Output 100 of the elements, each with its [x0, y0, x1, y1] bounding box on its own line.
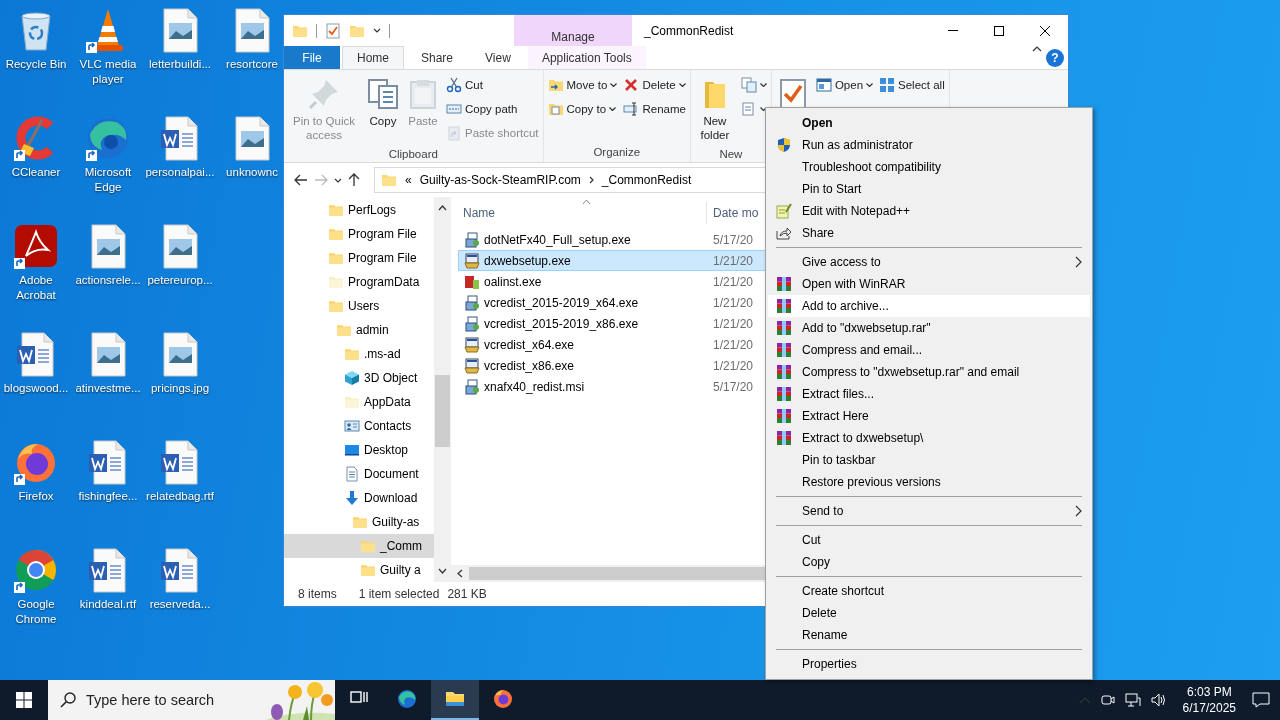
- search-input[interactable]: Type here to search: [86, 692, 226, 708]
- desktop-icon[interactable]: unknownc: [216, 114, 283, 222]
- ribbon-icon-button[interactable]: [738, 74, 769, 96]
- file-row[interactable]: oalinst.exe 1/21/20: [458, 271, 766, 292]
- menu-item[interactable]: Open: [768, 112, 1090, 134]
- menu-item[interactable]: Give access to: [768, 251, 1090, 273]
- column-header[interactable]: Date mo: [706, 202, 759, 224]
- desktop-icon[interactable]: Google Chrome: [0, 546, 72, 654]
- file-row[interactable]: vcredist_x64.exe 1/21/20: [458, 334, 766, 355]
- nav-item[interactable]: Program File: [284, 246, 434, 270]
- column-header[interactable]: Name: [451, 202, 706, 224]
- nav-item[interactable]: PerfLogs: [284, 198, 434, 222]
- desktop-icon[interactable]: relatedbag.rtf: [144, 438, 216, 546]
- ribbon-button[interactable]: Select all: [877, 74, 947, 96]
- nav-item[interactable]: Users: [284, 294, 434, 318]
- menu-item[interactable]: Properties: [768, 653, 1090, 675]
- menu-item[interactable]: Send to: [768, 500, 1090, 522]
- nav-item[interactable]: .ms-ad: [284, 342, 434, 366]
- search-bar[interactable]: Type here to search: [48, 680, 335, 720]
- breadcrumb-overflow[interactable]: «: [405, 173, 412, 187]
- nav-item[interactable]: 3D Object: [284, 366, 434, 390]
- recent-locations-button[interactable]: [334, 177, 342, 183]
- ribbon-tab[interactable]: View: [470, 46, 526, 69]
- up-button[interactable]: [348, 173, 360, 187]
- vertical-scrollbar[interactable]: [434, 197, 451, 582]
- ribbon-tab[interactable]: Application Tools: [527, 46, 646, 69]
- ribbon-button[interactable]: Copy path: [444, 98, 541, 120]
- file-row[interactable]: vcredist_2015-2019_x64.exe 1/21/20: [458, 292, 766, 313]
- file-row[interactable]: xnafx40_redist.msi 5/17/20: [458, 376, 766, 397]
- menu-item[interactable]: Cut: [768, 529, 1090, 551]
- scrollbar-thumb[interactable]: [469, 567, 766, 580]
- desktop-icon[interactable]: CCleaner: [0, 114, 72, 222]
- menu-item[interactable]: Edit with Notepad++: [768, 200, 1090, 222]
- menu-item[interactable]: Add to archive...: [768, 295, 1090, 317]
- menu-item[interactable]: Copy: [768, 551, 1090, 573]
- ribbon-tab[interactable]: Home: [342, 46, 404, 69]
- desktop-icon[interactable]: resortcore: [216, 6, 283, 114]
- desktop-icon[interactable]: pricings.jpg: [144, 330, 216, 438]
- file-row[interactable]: dxwebsetup.exe 1/21/20: [458, 250, 766, 271]
- menu-item[interactable]: Pin to taskbar: [768, 449, 1090, 471]
- file-row[interactable]: dotNetFx40_Full_setup.exe 5/17/20: [458, 229, 766, 250]
- menu-item[interactable]: Rename: [768, 624, 1090, 646]
- menu-item[interactable]: Extract to dxwebsetup\: [768, 427, 1090, 449]
- ribbon-tab[interactable]: Share: [406, 46, 469, 69]
- menu-item[interactable]: Extract Here: [768, 405, 1090, 427]
- desktop-icon[interactable]: kinddeal.rtf: [72, 546, 144, 654]
- nav-item[interactable]: AppData: [284, 390, 434, 414]
- nav-item[interactable]: Program File: [284, 222, 434, 246]
- menu-item[interactable]: Delete: [768, 602, 1090, 624]
- nav-item[interactable]: Document: [284, 462, 434, 486]
- ribbon-button[interactable]: Open: [813, 74, 876, 96]
- menu-item[interactable]: Create shortcut: [768, 580, 1090, 602]
- menu-item[interactable]: Compress and email...: [768, 339, 1090, 361]
- desktop-icon[interactable]: Microsoft Edge: [72, 114, 144, 222]
- menu-item[interactable]: Compress to "dxwebsetup.rar" and email: [768, 361, 1090, 383]
- breadcrumb[interactable]: Guilty-as-Sock-SteamRIP.com: [419, 173, 581, 187]
- horizontal-scrollbar[interactable]: [451, 565, 766, 582]
- menu-item[interactable]: Open with WinRAR: [768, 273, 1090, 295]
- nav-item[interactable]: Desktop: [284, 438, 434, 462]
- ribbon-button[interactable]: Copy: [364, 74, 402, 132]
- ribbon-button[interactable]: Delete: [621, 74, 688, 96]
- ribbon-button[interactable]: New folder: [692, 74, 737, 146]
- desktop-icon[interactable]: atinvestme...: [72, 330, 144, 438]
- desktop-icon[interactable]: VLC media player: [72, 6, 144, 114]
- taskbar-button[interactable]: [431, 680, 479, 720]
- breadcrumb[interactable]: _CommonRedist: [601, 173, 692, 187]
- help-button[interactable]: ?: [1046, 48, 1064, 67]
- desktop-icon[interactable]: letterbuildi...: [144, 6, 216, 114]
- nav-item[interactable]: _Comm: [284, 534, 434, 558]
- menu-item[interactable]: Extract files...: [768, 383, 1090, 405]
- nav-item[interactable]: ProgramData: [284, 270, 434, 294]
- desktop-icon[interactable]: Adobe Acrobat: [0, 222, 72, 330]
- file-row[interactable]: vcredist_x86.exe 1/21/20: [458, 355, 766, 376]
- ribbon-button[interactable]: Move to: [545, 74, 620, 96]
- scrollbar-thumb[interactable]: [435, 375, 450, 447]
- file-menu-tab[interactable]: File: [284, 46, 340, 69]
- nav-item[interactable]: Contacts: [284, 414, 434, 438]
- clock[interactable]: 6:03 PM 6/17/2025: [1182, 684, 1236, 716]
- nav-item[interactable]: Guilty-as: [284, 510, 434, 534]
- desktop-icon[interactable]: personalpai...: [144, 114, 216, 222]
- menu-item[interactable]: Share: [768, 222, 1090, 244]
- nav-item[interactable]: Download: [284, 486, 434, 510]
- forward-button[interactable]: [314, 174, 328, 186]
- desktop-icon[interactable]: fishingfee...: [72, 438, 144, 546]
- menu-item[interactable]: Restore previous versions: [768, 471, 1090, 493]
- desktop-icon[interactable]: Firefox: [0, 438, 72, 546]
- back-button[interactable]: [294, 174, 308, 186]
- ribbon-button[interactable]: Copy to: [545, 98, 620, 120]
- file-row[interactable]: vcredist_2015-2019_x86.exe 1/21/20: [458, 313, 766, 334]
- ribbon-button[interactable]: Cut: [444, 74, 541, 96]
- desktop-icon[interactable]: reserveda...: [144, 546, 216, 654]
- desktop-icon[interactable]: blogswood...: [0, 330, 72, 438]
- ribbon-button[interactable]: Rename: [621, 98, 688, 120]
- menu-item[interactable]: Run as administrator: [768, 134, 1090, 156]
- desktop-icon[interactable]: Recycle Bin: [0, 6, 72, 114]
- desktop-icon[interactable]: actionsrele...: [72, 222, 144, 330]
- desktop-icon[interactable]: petereurop...: [144, 222, 216, 330]
- nav-item[interactable]: Guilty a: [284, 558, 434, 582]
- nav-item[interactable]: admin: [284, 318, 434, 342]
- menu-item[interactable]: Add to "dxwebsetup.rar": [768, 317, 1090, 339]
